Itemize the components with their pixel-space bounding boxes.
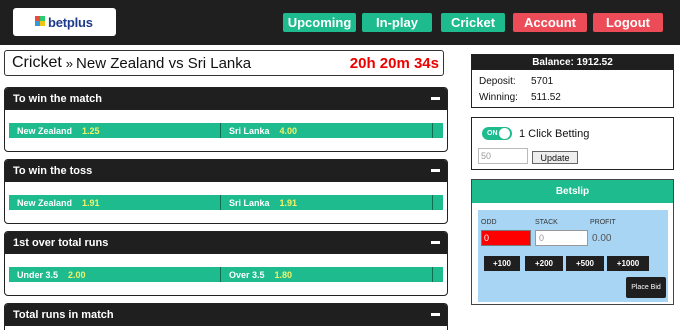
market-header[interactable]: To win the match [5,88,447,110]
logo-text: betplus [48,14,93,30]
update-button[interactable]: Update [532,151,578,164]
winning-label: Winning: [479,92,518,103]
balance-panel: Balance: 1912.52 Deposit: 5701 Winning: … [471,54,674,108]
collapse-icon[interactable] [431,313,440,316]
deposit-value: 5701 [531,76,554,87]
odds-value: 4.00 [279,125,298,136]
market-header[interactable]: To win the toss [5,160,447,182]
one-click-stake-input[interactable] [478,148,528,164]
nav-logout-button[interactable]: Logout [593,13,663,32]
market-header[interactable]: Total runs in match [5,304,447,326]
profit-value: 0.00 [592,233,612,244]
top-navigation-bar: betplus Upcoming In-play Cricket Account… [0,0,680,45]
odds-value: 1.91 [82,197,100,208]
odds-value: 1.80 [274,269,293,280]
odds-button[interactable]: Sri Lanka 1.91 [221,195,433,210]
odds-button[interactable]: New Zealand 1.25 [9,123,221,138]
one-click-toggle[interactable]: ON [482,127,512,140]
toggle-knob [499,128,510,139]
stack-input[interactable]: 0 [535,230,588,246]
one-click-betting-panel: ON 1 Click Betting Update [471,117,674,170]
odds-row: New Zealand 1.91 Sri Lanka 1.91 [9,195,443,210]
odds-button[interactable]: Over 3.5 1.80 [221,267,433,282]
profit-label: PROFIT [590,219,616,226]
odds-row: Under 3.5 2.00 Over 3.5 1.80 [9,267,443,282]
odds-button[interactable]: New Zealand 1.91 [9,195,221,210]
deposit-label: Deposit: [479,76,516,87]
odds-value: 1.91 [279,197,298,208]
odds-value: 2.00 [68,269,86,280]
collapse-icon[interactable] [431,97,440,100]
place-bid-button[interactable]: Place Bid [626,277,666,298]
selection-name: New Zealand [17,125,73,136]
quick-stake-200-button[interactable]: +200 [525,256,563,271]
odds-button[interactable]: Under 3.5 2.00 [9,267,221,282]
one-click-label: 1 Click Betting [519,128,590,140]
balance-header: Balance: 1912.52 [472,55,673,70]
selection-name: Sri Lanka [229,125,270,136]
market-title: 1st over total runs [13,237,109,249]
breadcrumb-separator: » [65,55,74,71]
odd-input[interactable]: 0 [481,230,531,246]
match-countdown: 20h 20m 34s [349,55,439,72]
nav-cricket-button[interactable]: Cricket [441,13,505,32]
market-title: To win the toss [13,165,93,177]
betslip-body: ODD STACK PROFIT 0 0 0.00 +100 +200 +500… [478,210,668,302]
quick-stake-100-button[interactable]: +100 [484,256,520,271]
betslip-header: Betslip [472,180,673,203]
deposit-line: Deposit: 5701 [479,76,553,87]
nav-account-button[interactable]: Account [513,13,587,32]
toggle-state-text: ON [487,130,498,137]
odd-label: ODD [481,219,497,226]
match-title-bar: Cricket » New Zealand vs Sri Lanka 20h 2… [4,50,444,76]
stack-label: STACK [535,219,558,226]
market-title: To win the match [13,93,103,105]
collapse-icon[interactable] [431,241,440,244]
market-header[interactable]: 1st over total runs [5,232,447,254]
selection-name: New Zealand [17,197,73,208]
sport-name: Cricket [12,54,62,71]
market-panel: Total runs in match [4,303,448,330]
winning-line: Winning: 511.52 [479,92,561,103]
odds-row: New Zealand 1.25 Sri Lanka 4.00 [9,123,443,138]
market-panel: To win the toss New Zealand 1.91 Sri Lan… [4,159,448,224]
logo-icon [35,16,45,26]
site-logo[interactable]: betplus [13,8,116,36]
selection-name: Sri Lanka [229,197,270,208]
odds-value: 1.25 [82,125,100,136]
betslip-panel: Betslip ODD STACK PROFIT 0 0 0.00 +100 +… [471,179,674,305]
quick-stake-1000-button[interactable]: +1000 [607,256,649,271]
odds-button[interactable]: Sri Lanka 4.00 [221,123,433,138]
quick-stake-500-button[interactable]: +500 [566,256,604,271]
selection-name: Over 3.5 [229,269,265,280]
nav-in-play-button[interactable]: In-play [362,13,432,32]
collapse-icon[interactable] [431,169,440,172]
market-panel: 1st over total runs Under 3.5 2.00 Over … [4,231,448,296]
selection-name: Under 3.5 [17,269,59,280]
market-title: Total runs in match [13,309,114,321]
winning-value: 511.52 [531,92,561,103]
match-title: New Zealand vs Sri Lanka [76,54,252,72]
market-panel: To win the match New Zealand 1.25 Sri La… [4,87,448,152]
nav-upcoming-button[interactable]: Upcoming [283,13,356,32]
